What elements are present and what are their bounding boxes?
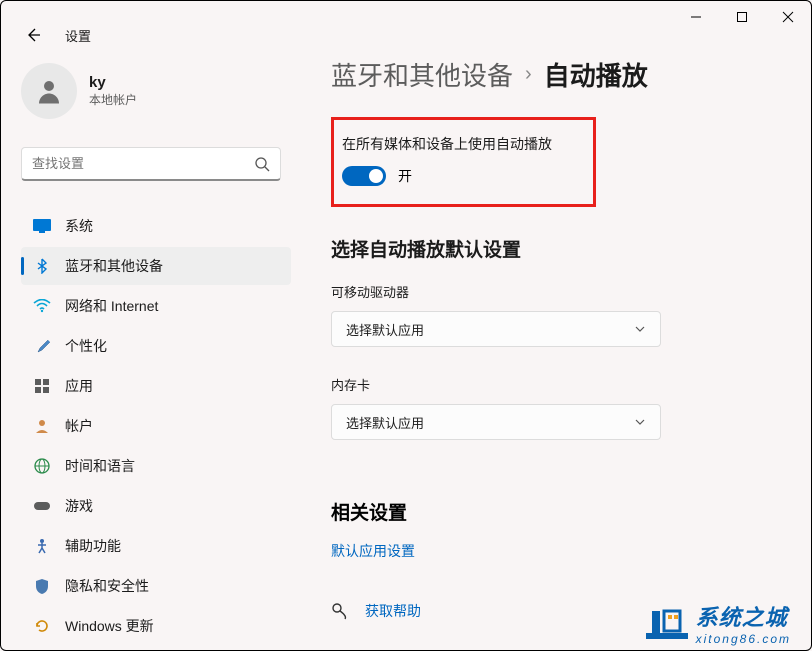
nav-item-system[interactable]: 系统 (21, 207, 291, 245)
back-button[interactable] (21, 23, 45, 47)
close-button[interactable] (765, 1, 811, 33)
nav-item-gaming[interactable]: 游戏 (21, 487, 291, 525)
nav-label: 时间和语言 (65, 456, 135, 476)
memory-card-dropdown[interactable]: 选择默认应用 (331, 404, 661, 440)
chevron-down-icon (634, 323, 646, 335)
avatar (21, 63, 77, 119)
nav-item-windows-update[interactable]: Windows 更新 (21, 607, 291, 645)
chevron-down-icon (634, 416, 646, 428)
watermark-icon (644, 603, 690, 643)
nav-item-personalization[interactable]: 个性化 (21, 327, 291, 365)
account-name: ky (89, 74, 137, 91)
watermark-url: xitong86.com (696, 632, 791, 646)
autoplay-toggle-state: 开 (398, 166, 412, 186)
dropdown-value: 选择默认应用 (346, 320, 424, 339)
autoplay-toggle-block: 在所有媒体和设备上使用自动播放 开 (331, 117, 596, 207)
person-icon (33, 417, 51, 435)
autoplay-toggle-label: 在所有媒体和设备上使用自动播放 (342, 134, 585, 154)
nav-label: 游戏 (65, 496, 93, 516)
removable-drive-dropdown[interactable]: 选择默认应用 (331, 311, 661, 347)
nav-item-time-language[interactable]: 时间和语言 (21, 447, 291, 485)
bluetooth-icon (33, 257, 51, 275)
nav-item-network[interactable]: 网络和 Internet (21, 287, 291, 325)
window-title: 设置 (65, 26, 91, 45)
defaults-heading: 选择自动播放默认设置 (331, 235, 781, 262)
breadcrumb: 蓝牙和其他设备 › 自动播放 (331, 56, 781, 93)
removable-drive-label: 可移动驱动器 (331, 282, 781, 301)
nav-item-bluetooth[interactable]: 蓝牙和其他设备 (21, 247, 291, 285)
breadcrumb-parent[interactable]: 蓝牙和其他设备 (331, 56, 513, 93)
nav-list: 系统 蓝牙和其他设备 网络和 Internet 个性化 应用 帐户 时间和语言 (21, 207, 291, 645)
search-box[interactable] (21, 147, 281, 181)
nav-label: 系统 (65, 216, 93, 236)
nav-label: 个性化 (65, 336, 107, 356)
watermark-title: 系统之城 (696, 600, 791, 632)
page-title: 自动播放 (544, 56, 648, 93)
search-input[interactable] (32, 156, 254, 171)
autoplay-toggle[interactable] (342, 166, 386, 186)
nav-item-accessibility[interactable]: 辅助功能 (21, 527, 291, 565)
nav-label: 隐私和安全性 (65, 576, 149, 596)
globe-icon (33, 457, 51, 475)
nav-item-privacy[interactable]: 隐私和安全性 (21, 567, 291, 605)
nav-label: 蓝牙和其他设备 (65, 256, 163, 276)
help-icon (331, 602, 349, 620)
related-heading: 相关设置 (331, 498, 781, 525)
nav-label: 应用 (65, 376, 93, 396)
nav-item-apps[interactable]: 应用 (21, 367, 291, 405)
system-icon (33, 217, 51, 235)
nav-label: 网络和 Internet (65, 296, 158, 316)
nav-label: 辅助功能 (65, 536, 121, 556)
minimize-button[interactable] (673, 1, 719, 33)
nav-label: Windows 更新 (65, 616, 154, 636)
account-block[interactable]: ky 本地帐户 (21, 63, 291, 119)
search-icon (254, 156, 270, 172)
accessibility-icon (33, 537, 51, 555)
apps-icon (33, 377, 51, 395)
account-subtitle: 本地帐户 (89, 91, 137, 108)
default-apps-link[interactable]: 默认应用设置 (331, 541, 415, 561)
maximize-button[interactable] (719, 1, 765, 33)
get-help-label: 获取帮助 (365, 601, 421, 621)
chevron-right-icon: › (525, 63, 532, 86)
brush-icon (33, 337, 51, 355)
watermark: 系统之城 xitong86.com (644, 600, 791, 646)
dropdown-value: 选择默认应用 (346, 413, 424, 432)
gamepad-icon (33, 497, 51, 515)
memory-card-label: 内存卡 (331, 375, 781, 394)
update-icon (33, 617, 51, 635)
shield-icon (33, 577, 51, 595)
wifi-icon (33, 297, 51, 315)
nav-item-accounts[interactable]: 帐户 (21, 407, 291, 445)
nav-label: 帐户 (65, 416, 93, 436)
